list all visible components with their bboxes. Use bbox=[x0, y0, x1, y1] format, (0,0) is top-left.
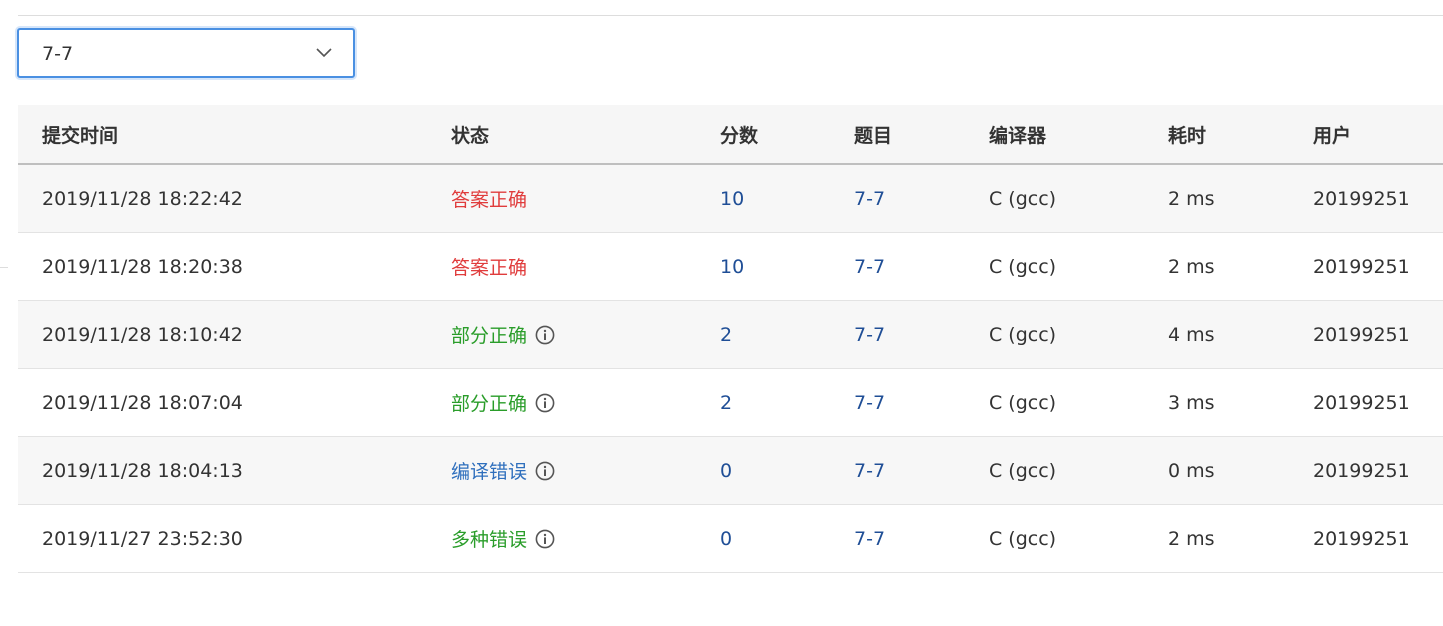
submissions-table: 提交时间 状态 分数 题目 编译器 耗时 用户 2019/11/28 18:22… bbox=[18, 105, 1443, 573]
cell-compiler: C (gcc) bbox=[965, 504, 1144, 573]
header-compiler[interactable]: 编译器 bbox=[965, 105, 1144, 165]
status-text[interactable]: 多种错误 bbox=[451, 525, 527, 552]
status-text[interactable]: 编译错误 bbox=[451, 457, 527, 484]
cell-status: 多种错误 bbox=[427, 504, 696, 573]
status-link[interactable]: 部分正确 bbox=[451, 389, 555, 416]
cell-submit-time: 2019/11/28 18:10:42 bbox=[18, 300, 427, 369]
score-link[interactable]: 2 bbox=[720, 324, 732, 346]
status-link[interactable]: 答案正确 bbox=[451, 253, 527, 280]
status-text[interactable]: 答案正确 bbox=[451, 185, 527, 212]
cell-duration: 4 ms bbox=[1144, 300, 1289, 369]
cell-compiler: C (gcc) bbox=[965, 436, 1144, 505]
header-status[interactable]: 状态 bbox=[427, 105, 696, 165]
cell-user: 20199251 bbox=[1289, 300, 1443, 369]
cell-score: 10 bbox=[696, 164, 830, 233]
cell-duration: 2 ms bbox=[1144, 164, 1289, 233]
cell-duration: 2 ms bbox=[1144, 232, 1289, 301]
cell-problem: 7-7 bbox=[830, 164, 965, 233]
status-link[interactable]: 部分正确 bbox=[451, 321, 555, 348]
cell-user: 20199251 bbox=[1289, 232, 1443, 301]
cell-user: 20199251 bbox=[1289, 436, 1443, 505]
score-link[interactable]: 10 bbox=[720, 256, 744, 278]
cell-duration: 2 ms bbox=[1144, 504, 1289, 573]
cell-status: 部分正确 bbox=[427, 300, 696, 369]
status-text[interactable]: 部分正确 bbox=[451, 389, 527, 416]
cell-score: 2 bbox=[696, 300, 830, 369]
problem-link[interactable]: 7-7 bbox=[854, 528, 885, 550]
cell-problem: 7-7 bbox=[830, 436, 965, 505]
cell-user: 20199251 bbox=[1289, 504, 1443, 573]
header-score[interactable]: 分数 bbox=[696, 105, 830, 165]
table-header-row: 提交时间 状态 分数 题目 编译器 耗时 用户 bbox=[18, 105, 1443, 165]
cell-compiler: C (gcc) bbox=[965, 232, 1144, 301]
cell-submit-time: 2019/11/27 23:52:30 bbox=[18, 504, 427, 573]
side-divider bbox=[0, 267, 8, 268]
cell-user: 20199251 bbox=[1289, 368, 1443, 437]
chevron-down-icon bbox=[316, 48, 332, 58]
cell-score: 0 bbox=[696, 436, 830, 505]
score-link[interactable]: 0 bbox=[720, 460, 732, 482]
status-link[interactable]: 多种错误 bbox=[451, 525, 555, 552]
table-row: 2019/11/28 18:20:38 答案正确 10 7-7 C (gcc) 2 ms 2… bbox=[18, 232, 1443, 301]
table-row: 2019/11/28 18:04:13 编译错误 0 7-7 C (gcc) 0 ms 20… bbox=[18, 436, 1443, 505]
table-row: 2019/11/28 18:22:42 答案正确 10 7-7 C (gcc) 2 ms 2… bbox=[18, 164, 1443, 233]
problem-link[interactable]: 7-7 bbox=[854, 256, 885, 278]
problem-link[interactable]: 7-7 bbox=[854, 324, 885, 346]
cell-duration: 3 ms bbox=[1144, 368, 1289, 437]
cell-compiler: C (gcc) bbox=[965, 164, 1144, 233]
header-problem[interactable]: 题目 bbox=[830, 105, 965, 165]
header-submit-time[interactable]: 提交时间 bbox=[18, 105, 427, 165]
status-text[interactable]: 答案正确 bbox=[451, 253, 527, 280]
score-link[interactable]: 10 bbox=[720, 188, 744, 210]
top-divider bbox=[18, 15, 1443, 16]
cell-status: 部分正确 bbox=[427, 368, 696, 437]
cell-status: 编译错误 bbox=[427, 436, 696, 505]
cell-compiler: C (gcc) bbox=[965, 300, 1144, 369]
cell-submit-time: 2019/11/28 18:04:13 bbox=[18, 436, 427, 505]
cell-problem: 7-7 bbox=[830, 300, 965, 369]
cell-problem: 7-7 bbox=[830, 504, 965, 573]
info-circle-icon[interactable] bbox=[535, 461, 555, 481]
problem-link[interactable]: 7-7 bbox=[854, 460, 885, 482]
info-circle-icon[interactable] bbox=[535, 529, 555, 549]
table-row: 2019/11/28 18:10:42 部分正确 2 7-7 C (gcc) 4 ms 20… bbox=[18, 300, 1443, 369]
problem-link[interactable]: 7-7 bbox=[854, 392, 885, 414]
cell-submit-time: 2019/11/28 18:20:38 bbox=[18, 232, 427, 301]
cell-submit-time: 2019/11/28 18:22:42 bbox=[18, 164, 427, 233]
score-link[interactable]: 0 bbox=[720, 528, 732, 550]
info-circle-icon[interactable] bbox=[535, 325, 555, 345]
cell-status: 答案正确 bbox=[427, 164, 696, 233]
header-duration[interactable]: 耗时 bbox=[1144, 105, 1289, 165]
table-row: 2019/11/27 23:52:30 多种错误 0 7-7 C (gcc) 2 ms 20… bbox=[18, 504, 1443, 573]
cell-problem: 7-7 bbox=[830, 368, 965, 437]
cell-status: 答案正确 bbox=[427, 232, 696, 301]
status-text[interactable]: 部分正确 bbox=[451, 321, 527, 348]
table-row: 2019/11/28 18:07:04 部分正确 2 7-7 C (gcc) 3 ms 20… bbox=[18, 368, 1443, 437]
cell-duration: 0 ms bbox=[1144, 436, 1289, 505]
cell-submit-time: 2019/11/28 18:07:04 bbox=[18, 368, 427, 437]
info-circle-icon[interactable] bbox=[535, 393, 555, 413]
cell-user: 20199251 bbox=[1289, 164, 1443, 233]
score-link[interactable]: 2 bbox=[720, 392, 732, 414]
status-link[interactable]: 答案正确 bbox=[451, 185, 527, 212]
cell-compiler: C (gcc) bbox=[965, 368, 1144, 437]
problem-select[interactable]: 7-7 bbox=[17, 28, 355, 78]
cell-problem: 7-7 bbox=[830, 232, 965, 301]
cell-score: 2 bbox=[696, 368, 830, 437]
status-link[interactable]: 编译错误 bbox=[451, 457, 555, 484]
cell-score: 10 bbox=[696, 232, 830, 301]
problem-link[interactable]: 7-7 bbox=[854, 188, 885, 210]
header-user[interactable]: 用户 bbox=[1289, 105, 1443, 165]
cell-score: 0 bbox=[696, 504, 830, 573]
problem-select-value: 7-7 bbox=[42, 43, 74, 65]
